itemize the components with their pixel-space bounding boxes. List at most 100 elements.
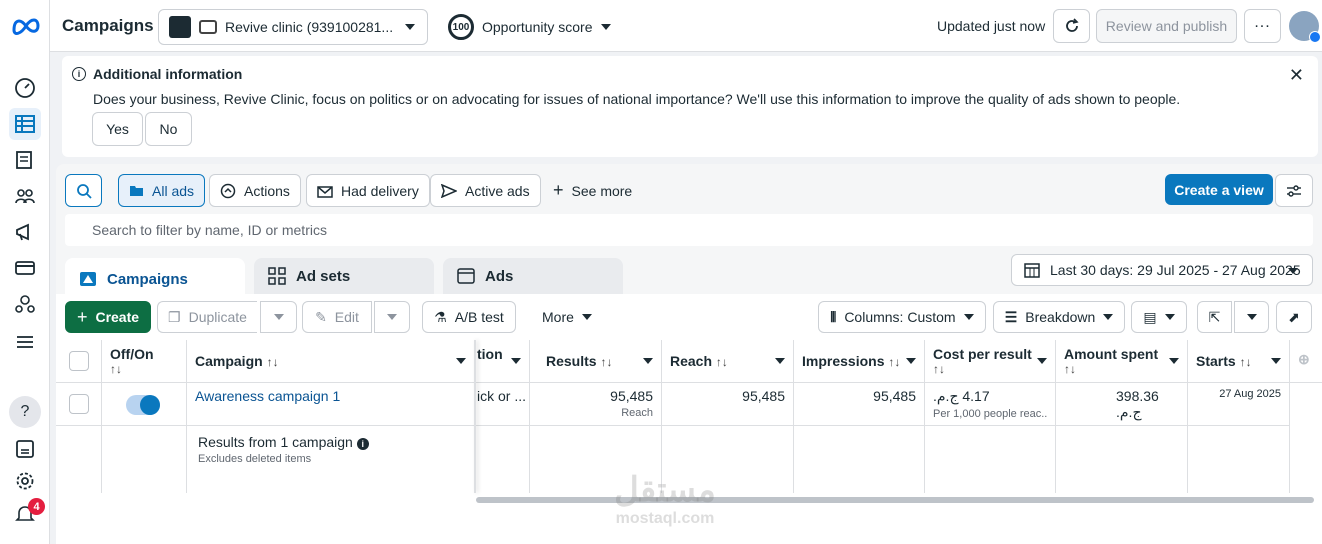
business-settings-icon[interactable] xyxy=(9,288,41,320)
ab-test-label: A/B test xyxy=(454,309,504,325)
select-all-checkbox[interactable] xyxy=(69,351,89,371)
header-cost-per-result[interactable]: Cost per result ↑↓ xyxy=(925,340,1056,383)
edit-dropdown[interactable] xyxy=(374,301,410,333)
opportunity-score[interactable]: 100 Opportunity score xyxy=(448,14,611,40)
billing-card-icon[interactable] xyxy=(9,252,41,284)
header-campaign[interactable]: Campaign ↑↓ xyxy=(187,340,475,383)
tab-ads-label: Ads xyxy=(485,267,514,285)
search-input[interactable]: Search to filter by name, ID or metrics xyxy=(65,214,1313,246)
menu-hamburger-icon[interactable] xyxy=(9,326,41,358)
chevron-down-icon xyxy=(1103,314,1114,320)
ad-account-selector[interactable]: Revive clinic (939100281... xyxy=(158,9,428,45)
breakdown-button[interactable]: ☰ Breakdown xyxy=(993,301,1125,333)
reports-icon: ▤ xyxy=(1143,308,1157,325)
chevron-down-icon xyxy=(273,314,284,320)
cost-per-result-cell: 4.17 ج.م. Per 1,000 people reac... xyxy=(925,383,1056,426)
export-dropdown[interactable] xyxy=(1234,301,1269,333)
header-impressions[interactable]: Impressions ↑↓ xyxy=(794,340,925,383)
no-button[interactable]: No xyxy=(145,112,192,146)
ads-manager-table-icon[interactable] xyxy=(9,108,41,140)
info-icon: i xyxy=(72,67,86,81)
header-attribution-label: tion xyxy=(477,346,503,362)
header-attribution[interactable]: tion xyxy=(475,340,530,383)
tab-ad-sets[interactable]: Ad sets xyxy=(254,258,434,294)
create-view-button[interactable]: Create a view xyxy=(1165,174,1273,205)
filter-had-delivery[interactable]: Had delivery xyxy=(306,174,430,207)
settings-gear-icon[interactable] xyxy=(9,465,41,497)
megaphone-icon[interactable] xyxy=(9,216,41,248)
more-button[interactable]: More xyxy=(542,301,592,333)
frozen-column-divider xyxy=(474,340,476,493)
envelope-icon xyxy=(317,185,333,198)
chevron-down-icon xyxy=(906,358,916,364)
close-icon[interactable]: ✕ xyxy=(1289,65,1304,86)
columns-button[interactable]: ⫴ Columns: Custom xyxy=(818,301,986,333)
summary-subtitle: Excludes deleted items xyxy=(198,453,312,465)
row-checkbox[interactable] xyxy=(69,394,89,414)
info-filled-icon[interactable]: i xyxy=(356,438,369,450)
ab-test-button[interactable]: ⚗ A/B test xyxy=(422,301,516,333)
duplicate-icon: ❐ xyxy=(168,308,181,325)
summary-empty-cell xyxy=(1056,426,1188,493)
chevron-down-icon xyxy=(600,24,611,30)
view-settings-button[interactable] xyxy=(1275,174,1313,207)
filter-actions[interactable]: Actions xyxy=(209,174,301,207)
duplicate-dropdown[interactable] xyxy=(260,301,297,333)
date-range-picker[interactable]: Last 30 days: 29 Jul 2025 - 27 Aug 2025 xyxy=(1011,254,1313,286)
pages-icon[interactable] xyxy=(9,144,41,176)
header-results[interactable]: Results ↑↓ xyxy=(530,340,662,383)
help-icon[interactable]: ? xyxy=(9,396,41,428)
tab-ads[interactable]: Ads xyxy=(443,258,623,294)
charts-button[interactable]: ⬈ xyxy=(1276,301,1312,333)
header-results-label: Results xyxy=(546,353,597,369)
edit-button[interactable]: ✎ Edit xyxy=(302,301,372,333)
header-off-on[interactable]: Off/On ↑↓ xyxy=(102,340,187,383)
filter-all-ads[interactable]: All ads xyxy=(118,174,206,207)
reach-value: 95,485 xyxy=(662,383,794,426)
toggle-knob xyxy=(140,395,160,415)
notifications-badge: 4 xyxy=(28,498,45,515)
cost-per-result-type: Per 1,000 people reac... xyxy=(933,408,1047,420)
duplicate-button[interactable]: ❐ Duplicate xyxy=(157,301,257,333)
additional-info-banner: i Additional information Does your busin… xyxy=(62,56,1318,157)
watermark-latin: mostaql.com xyxy=(615,510,715,527)
business-icon xyxy=(199,20,217,34)
header-reach[interactable]: Reach ↑↓ xyxy=(662,340,794,383)
reports-button[interactable]: ▤ xyxy=(1131,301,1187,333)
add-column-icon[interactable]: ⊕ xyxy=(1290,340,1322,383)
search-icon xyxy=(76,183,92,199)
review-publish-button[interactable]: Review and publish xyxy=(1096,9,1237,43)
campaign-on-off-toggle[interactable] xyxy=(126,395,160,415)
more-options-button[interactable]: ... xyxy=(1244,9,1281,43)
chevron-down-icon xyxy=(405,24,415,30)
banner-title: Additional information xyxy=(93,66,243,82)
results-value: 95,485 xyxy=(610,388,653,404)
header-amount-spent-label: Amount spent xyxy=(1064,346,1159,362)
header-cost-per-result-label: Cost per result xyxy=(933,346,1032,362)
summary-title: Results from 1 campaign xyxy=(198,434,353,450)
user-avatar[interactable] xyxy=(1289,11,1321,43)
audiences-icon[interactable] xyxy=(9,180,41,212)
calendar-icon xyxy=(1024,263,1040,278)
dashboard-gauge-icon[interactable] xyxy=(9,72,41,104)
chevron-down-icon xyxy=(1271,358,1281,364)
header-reach-label: Reach xyxy=(670,353,713,369)
campaign-name-link[interactable]: Awareness campaign 1 xyxy=(187,383,475,426)
more-dots-icon: ... xyxy=(1254,14,1271,31)
yes-button[interactable]: Yes xyxy=(92,112,143,146)
export-button[interactable]: ⇱ xyxy=(1197,301,1232,333)
meta-logo-icon[interactable] xyxy=(11,14,41,36)
reports-icon[interactable] xyxy=(9,433,41,465)
refresh-button[interactable] xyxy=(1053,9,1090,43)
chevron-down-icon xyxy=(511,358,521,364)
create-button[interactable]: + Create xyxy=(65,301,151,333)
left-nav-rail: ? 4 xyxy=(0,0,50,544)
sort-icon: ↑↓ xyxy=(888,355,901,369)
amount-spent-value: 398.36 ج.م. xyxy=(1116,388,1159,420)
see-more-filters[interactable]: + See more xyxy=(553,174,632,207)
search-button[interactable] xyxy=(65,174,102,207)
summary-empty-cell xyxy=(475,426,530,493)
header-starts[interactable]: Starts ↑↓ xyxy=(1188,340,1290,383)
filter-active-ads[interactable]: Active ads xyxy=(430,174,541,207)
header-amount-spent[interactable]: Amount spent ↑↓ xyxy=(1056,340,1188,383)
